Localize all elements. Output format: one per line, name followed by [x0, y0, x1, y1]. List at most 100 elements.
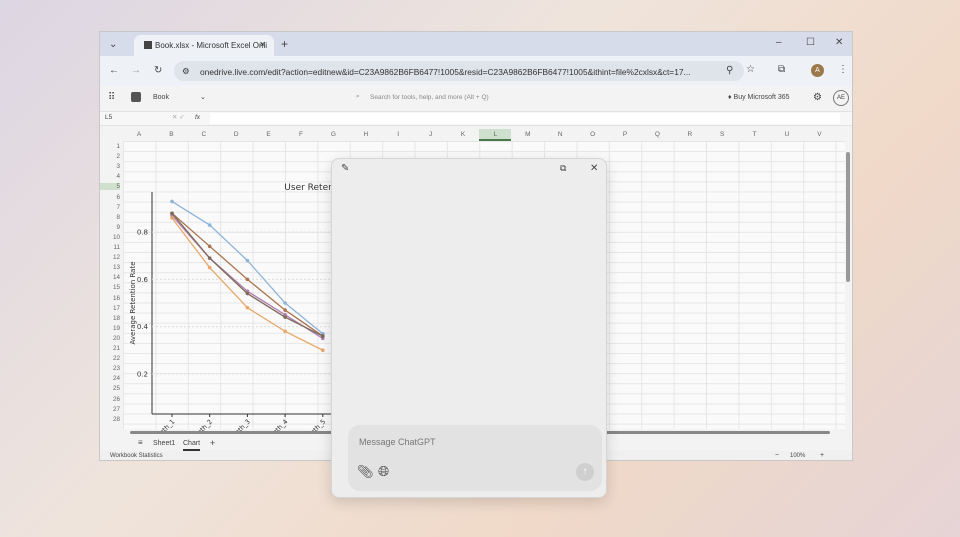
column-header[interactable]: U: [771, 131, 803, 138]
row-header[interactable]: 7: [100, 204, 120, 211]
extensions-icon[interactable]: ⧉: [778, 65, 785, 75]
row-header[interactable]: 15: [100, 284, 120, 291]
column-header[interactable]: S: [706, 131, 738, 138]
row-header[interactable]: 20: [100, 335, 120, 342]
zoom-out-icon[interactable]: −: [775, 452, 779, 459]
new-chat-icon[interactable]: ✎: [341, 164, 349, 174]
buy-label: Buy Microsoft 365: [733, 94, 790, 101]
data-point: [207, 223, 212, 227]
fx-icon[interactable]: fx: [195, 114, 200, 122]
column-header[interactable]: B: [155, 131, 187, 138]
row-header[interactable]: 16: [100, 295, 120, 302]
message-composer[interactable]: Message ChatGPT 📎︎ 🌐︎ ↑: [348, 425, 602, 491]
sheet-tab-sheet1[interactable]: Sheet1: [153, 440, 175, 447]
row-header[interactable]: 21: [100, 345, 120, 352]
dropdown-icon[interactable]: ⌄: [200, 94, 206, 101]
zoom-level[interactable]: 100%: [790, 453, 805, 459]
row-header[interactable]: 22: [100, 355, 120, 362]
row-header[interactable]: 10: [100, 234, 120, 241]
column-header[interactable]: P: [609, 131, 641, 138]
reload-icon[interactable]: ↻: [154, 66, 162, 76]
row-header[interactable]: 17: [100, 305, 120, 312]
formula-input[interactable]: [210, 113, 840, 124]
search-input[interactable]: ⌕ Search for tools, help, and more (Alt +…: [350, 91, 600, 105]
column-header[interactable]: J: [415, 131, 447, 138]
book-name[interactable]: Book: [153, 94, 169, 101]
column-header[interactable]: K: [447, 131, 479, 138]
row-header[interactable]: 28: [100, 416, 120, 423]
row-header[interactable]: 5: [100, 183, 120, 191]
row-header[interactable]: 23: [100, 365, 120, 372]
column-header[interactable]: O: [577, 131, 609, 138]
send-button[interactable]: ↑: [576, 463, 594, 481]
row-header[interactable]: 27: [100, 406, 120, 413]
app-launcher-icon[interactable]: ⠿: [108, 93, 115, 103]
row-header[interactable]: 18: [100, 315, 120, 322]
profile-avatar[interactable]: A: [811, 64, 824, 77]
row-header[interactable]: 13: [100, 264, 120, 271]
column-header[interactable]: H: [350, 131, 382, 138]
workbook-statistics[interactable]: Workbook Statistics: [110, 453, 163, 459]
menu-icon[interactable]: ⋮: [838, 65, 848, 75]
attach-icon[interactable]: 📎︎: [357, 465, 374, 478]
row-header[interactable]: 8: [100, 214, 120, 221]
all-sheets-icon[interactable]: ≡: [138, 439, 143, 447]
column-header[interactable]: C: [188, 131, 220, 138]
column-headers: ABCDEFGHIJKLMNOPQRSTUV: [100, 129, 852, 141]
zoom-in-icon[interactable]: +: [820, 452, 824, 459]
user-avatar[interactable]: AE: [833, 90, 849, 106]
globe-icon[interactable]: 🌐︎: [378, 464, 389, 478]
add-sheet-icon[interactable]: +: [210, 439, 215, 448]
row-header[interactable]: 4: [100, 173, 120, 180]
row-header[interactable]: 2: [100, 153, 120, 160]
data-point: [321, 334, 325, 338]
close-icon[interactable]: ✕: [590, 164, 598, 174]
maximize-icon[interactable]: ☐: [806, 38, 815, 48]
forward-icon[interactable]: →: [131, 66, 141, 76]
column-header[interactable]: Q: [641, 131, 673, 138]
row-header[interactable]: 6: [100, 194, 120, 201]
row-header[interactable]: 24: [100, 375, 120, 382]
column-header[interactable]: V: [803, 131, 835, 138]
column-header[interactable]: D: [220, 131, 252, 138]
sheet-tab-chart[interactable]: Chart: [183, 440, 201, 451]
row-header[interactable]: 26: [100, 396, 120, 403]
row-header[interactable]: 25: [100, 385, 120, 392]
column-header[interactable]: I: [382, 131, 414, 138]
data-point: [207, 244, 212, 249]
screenshot-icon[interactable]: ⧉: [560, 164, 566, 173]
column-header[interactable]: F: [285, 131, 317, 138]
vertical-scrollbar[interactable]: [846, 152, 850, 282]
column-header[interactable]: M: [512, 131, 544, 138]
row-header[interactable]: 11: [100, 244, 120, 251]
column-header[interactable]: A: [123, 131, 155, 138]
column-header[interactable]: L: [479, 129, 512, 141]
minimize-icon[interactable]: –: [776, 38, 782, 48]
column-header[interactable]: R: [674, 131, 706, 138]
url-field[interactable]: ⚙ onedrive.live.com/edit?action=editnew&i…: [174, 61, 744, 81]
row-header[interactable]: 1: [100, 143, 120, 150]
column-header[interactable]: T: [739, 131, 771, 138]
tab-list-icon[interactable]: ⌄: [109, 40, 117, 50]
settings-icon[interactable]: ⚙: [813, 93, 822, 103]
name-box[interactable]: L5: [105, 114, 112, 122]
column-header[interactable]: N: [544, 131, 576, 138]
row-header[interactable]: 9: [100, 224, 120, 231]
column-header[interactable]: G: [317, 131, 349, 138]
row-header[interactable]: 14: [100, 274, 120, 281]
row-header[interactable]: 19: [100, 325, 120, 332]
site-info-icon[interactable]: ⚙: [182, 66, 190, 76]
cancel-confirm-icons[interactable]: ✕ ✓: [172, 114, 185, 122]
zoom-icon[interactable]: ⚲: [726, 66, 733, 76]
data-point: [283, 308, 287, 312]
bookmark-star-icon[interactable]: ☆: [746, 65, 755, 75]
row-header[interactable]: 3: [100, 163, 120, 170]
browser-tab[interactable]: Book.xlsx - Microsoft Excel Onli ✕: [134, 35, 274, 56]
buy-button[interactable]: ♦ Buy Microsoft 365: [728, 94, 790, 101]
close-window-icon[interactable]: ✕: [835, 38, 843, 48]
new-tab-icon[interactable]: +: [281, 38, 288, 50]
row-header[interactable]: 12: [100, 254, 120, 261]
column-header[interactable]: E: [253, 131, 285, 138]
close-tab-icon[interactable]: ✕: [259, 40, 266, 49]
back-icon[interactable]: ←: [109, 66, 119, 76]
